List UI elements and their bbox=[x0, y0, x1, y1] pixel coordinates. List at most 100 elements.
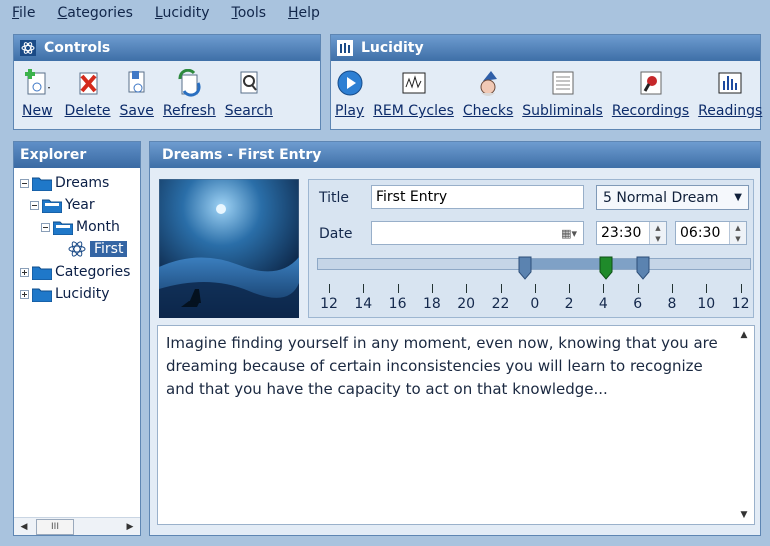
delete-label: Delete bbox=[64, 103, 111, 119]
timeline-tick-label: 6 bbox=[633, 296, 643, 312]
scroll-right-button[interactable]: ▶ bbox=[122, 519, 138, 535]
title-label: Title bbox=[319, 190, 350, 206]
dream-text-area[interactable]: Imagine finding yourself in any moment, … bbox=[157, 325, 755, 525]
entry-panel-title: Dreams - First Entry bbox=[162, 147, 322, 163]
timeline-tick bbox=[672, 284, 673, 293]
timeline-tick-label: 2 bbox=[564, 296, 574, 312]
tree-node-categories[interactable]: Categories bbox=[20, 262, 130, 282]
expand-icon[interactable] bbox=[20, 289, 29, 299]
rem-cycles-button[interactable]: REM Cycles bbox=[373, 69, 454, 119]
stepper-up-icon[interactable]: ▲ bbox=[650, 222, 666, 233]
tree-node-lucidity[interactable]: Lucidity bbox=[20, 284, 110, 304]
date-label: Date bbox=[319, 226, 353, 242]
timeline-scale: 12 14 16 18 20 22 0 2 4 6 8 10 12 bbox=[309, 284, 755, 314]
save-icon bbox=[128, 71, 145, 93]
menu-bar: File Categories Lucidity Tools Help bbox=[0, 0, 770, 26]
readings-button[interactable]: Readings bbox=[698, 69, 762, 119]
timeline-tick-label: 12 bbox=[320, 296, 338, 312]
stepper-down-icon[interactable]: ▼ bbox=[730, 233, 746, 244]
timeline-tick-label: 0 bbox=[530, 296, 540, 312]
menu-categories[interactable]: Categories bbox=[57, 5, 132, 21]
controls-title-bar: Controls bbox=[14, 35, 320, 61]
tree-label: Dreams bbox=[55, 175, 110, 191]
sleep-time-input[interactable]: 23:30 ▲ ▼ bbox=[596, 221, 667, 245]
timeline-tick-label: 20 bbox=[457, 296, 476, 312]
sleep-time-stepper[interactable]: ▲ ▼ bbox=[649, 222, 666, 244]
checks-button[interactable]: Checks bbox=[463, 69, 513, 119]
collapse-icon[interactable] bbox=[20, 178, 29, 188]
delete-button[interactable]: Delete bbox=[65, 69, 111, 119]
dream-type-value: 5 Normal Dream bbox=[603, 189, 719, 206]
wake-end-handle[interactable] bbox=[636, 256, 650, 280]
dream-type-select[interactable]: 5 Normal Dream ▼ bbox=[596, 185, 749, 210]
rem-chart-icon bbox=[402, 72, 426, 94]
stepper-down-icon[interactable]: ▼ bbox=[650, 233, 666, 244]
tree-label: Lucidity bbox=[55, 286, 110, 302]
stepper-up-icon[interactable]: ▲ bbox=[730, 222, 746, 233]
tree-node-dreams[interactable]: Dreams bbox=[20, 173, 109, 193]
current-time-handle[interactable] bbox=[599, 256, 613, 280]
sleep-start-handle[interactable] bbox=[518, 256, 532, 280]
controls-panel: Controls New Delete Save Refresh Search bbox=[13, 34, 321, 130]
search-button[interactable]: Search bbox=[225, 69, 273, 119]
new-label: New bbox=[22, 103, 53, 119]
timeline-tick bbox=[603, 284, 605, 293]
dream-text: Imagine finding yourself in any moment, … bbox=[166, 334, 718, 398]
refresh-button[interactable]: Refresh bbox=[163, 69, 216, 119]
timeline-tick bbox=[637, 284, 639, 293]
timeline-tick bbox=[706, 284, 708, 293]
lucidity-panel: Lucidity Play REM Cycles Checks Sublimin… bbox=[330, 34, 762, 130]
menu-tools[interactable]: Tools bbox=[232, 5, 267, 21]
collapse-icon[interactable] bbox=[41, 222, 50, 232]
rem-cycles-label: REM Cycles bbox=[373, 103, 454, 119]
scroll-left-button[interactable]: ◀ bbox=[16, 519, 32, 535]
timeline-tick bbox=[431, 284, 433, 293]
menu-file[interactable]: File bbox=[12, 5, 35, 21]
menu-lucidity[interactable]: Lucidity bbox=[155, 5, 210, 21]
play-icon bbox=[337, 70, 363, 96]
folder-icon bbox=[32, 177, 52, 191]
save-label: Save bbox=[119, 103, 154, 119]
wake-time-stepper[interactable]: ▲ ▼ bbox=[729, 222, 746, 244]
explorer-tree: Dreams Year Month First Categories Lucid… bbox=[14, 168, 140, 508]
tree-node-month[interactable]: Month bbox=[41, 217, 120, 237]
calendar-icon[interactable]: ▦▾ bbox=[561, 227, 577, 240]
collapse-icon[interactable] bbox=[30, 200, 39, 210]
title-input[interactable]: First Entry bbox=[371, 185, 584, 209]
checks-label: Checks bbox=[462, 103, 514, 119]
open-folder-icon bbox=[53, 221, 73, 235]
readings-chart-icon bbox=[718, 72, 742, 94]
timeline-tick bbox=[329, 284, 330, 293]
explorer-hscrollbar[interactable]: ◀ III ▶ bbox=[14, 517, 140, 535]
sleep-range-fill bbox=[525, 259, 643, 269]
timeline-tick bbox=[500, 284, 502, 293]
subliminals-label: Subliminals bbox=[522, 103, 603, 119]
controls-title: Controls bbox=[44, 40, 111, 56]
timeline-tick-label: 22 bbox=[491, 296, 510, 312]
recordings-button[interactable]: Recordings bbox=[612, 69, 689, 119]
menu-help[interactable]: Help bbox=[288, 5, 320, 21]
tree-label: Categories bbox=[55, 264, 131, 280]
scroll-up-icon[interactable]: ▲ bbox=[741, 330, 748, 340]
timeline-tick bbox=[534, 284, 536, 293]
tree-node-year[interactable]: Year bbox=[30, 195, 95, 215]
subliminals-button[interactable]: Subliminals bbox=[522, 69, 603, 119]
play-label: Play bbox=[335, 103, 365, 119]
save-button[interactable]: Save bbox=[120, 69, 154, 119]
wake-time-input[interactable]: 06:30 ▲ ▼ bbox=[675, 221, 747, 245]
open-folder-icon bbox=[42, 199, 62, 213]
scroll-thumb[interactable]: III bbox=[36, 518, 74, 535]
bars-icon bbox=[337, 40, 353, 56]
text-vscrollbar[interactable]: ▲ ▼ bbox=[736, 330, 752, 520]
tree-node-first[interactable]: First bbox=[67, 239, 128, 259]
tree-label: Month bbox=[76, 219, 120, 235]
timeline-tick bbox=[397, 284, 399, 293]
folder-icon bbox=[32, 288, 52, 302]
expand-icon[interactable] bbox=[20, 267, 29, 277]
tree-label: Year bbox=[65, 197, 95, 213]
date-input[interactable]: ▦▾ bbox=[371, 221, 584, 245]
play-button[interactable]: Play bbox=[335, 69, 364, 119]
scroll-down-icon[interactable]: ▼ bbox=[741, 510, 748, 520]
dream-thumbnail[interactable] bbox=[159, 179, 299, 318]
new-button[interactable]: New bbox=[22, 69, 53, 119]
